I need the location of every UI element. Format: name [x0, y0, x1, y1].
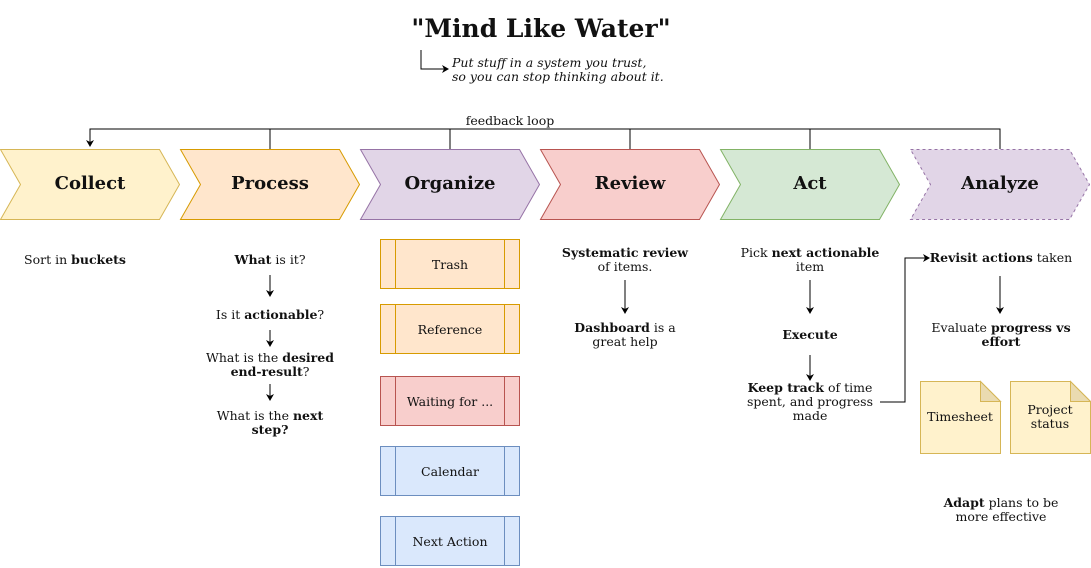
page-title: "Mind Like Water" — [411, 14, 671, 43]
bucket-next-action-label: Next Action — [412, 533, 488, 549]
analyze-text-1: Revisit actions taken — [929, 250, 1073, 265]
act-text-1: Pick next actionable item — [740, 245, 880, 274]
stage-collect-label: Collect — [54, 173, 126, 194]
act-text-3: Keep track of time spent, and progress mad… — [746, 380, 874, 423]
feedback-loop-label: feedback loop — [465, 113, 555, 128]
process-q2: Is it actionable? — [215, 307, 325, 322]
bucket-next-action: Next Action — [380, 516, 520, 566]
act-text-2: Execute — [782, 327, 838, 342]
review-text-2: Dashboard is a great help — [574, 320, 676, 349]
bucket-calendar-label: Calendar — [421, 463, 479, 479]
subtitle-line-2: so you can stop thinking about it. — [452, 69, 664, 84]
bucket-waiting-for: Waiting for ... — [380, 376, 520, 426]
stage-act-label: Act — [793, 173, 827, 194]
diagram-canvas — [0, 50, 1091, 454]
analyze-text-2: Evaluate progress vs effort — [931, 320, 1071, 349]
analyze-text-3: Adapt plans to be more effective — [943, 495, 1059, 524]
bucket-reference: Reference — [380, 304, 520, 354]
bucket-waiting-for-label: Waiting for ... — [406, 393, 494, 409]
stage-review-label: Review — [594, 173, 666, 194]
stage-process-label: Process — [231, 173, 309, 194]
note-project-status-text: Project status — [1027, 402, 1073, 431]
subtitle-connector — [420, 50, 449, 73]
note-timesheet-text: Timesheet — [927, 409, 993, 424]
stage-organize-label: Organize — [404, 173, 496, 194]
collect-text: Sort in buckets — [24, 252, 126, 267]
bucket-trash: Trash — [380, 239, 520, 289]
process-q3: What is the desired end-result? — [206, 350, 334, 379]
bucket-trash-label: Trash — [431, 256, 469, 272]
bucket-calendar: Calendar — [380, 446, 520, 496]
subtitle-line-1: Put stuff in a system you trust, — [452, 55, 647, 70]
subtitle: Put stuff in a system you trust, so you … — [452, 56, 664, 84]
bucket-reference-label: Reference — [417, 321, 483, 337]
process-q4: What is the next step? — [216, 408, 324, 437]
feedback-loop-line — [86, 128, 1001, 149]
process-q1: What is it? — [234, 252, 306, 267]
stage-analyze-label: Analyze — [961, 173, 1039, 194]
review-text-1: Systematic review of items. — [561, 245, 689, 274]
